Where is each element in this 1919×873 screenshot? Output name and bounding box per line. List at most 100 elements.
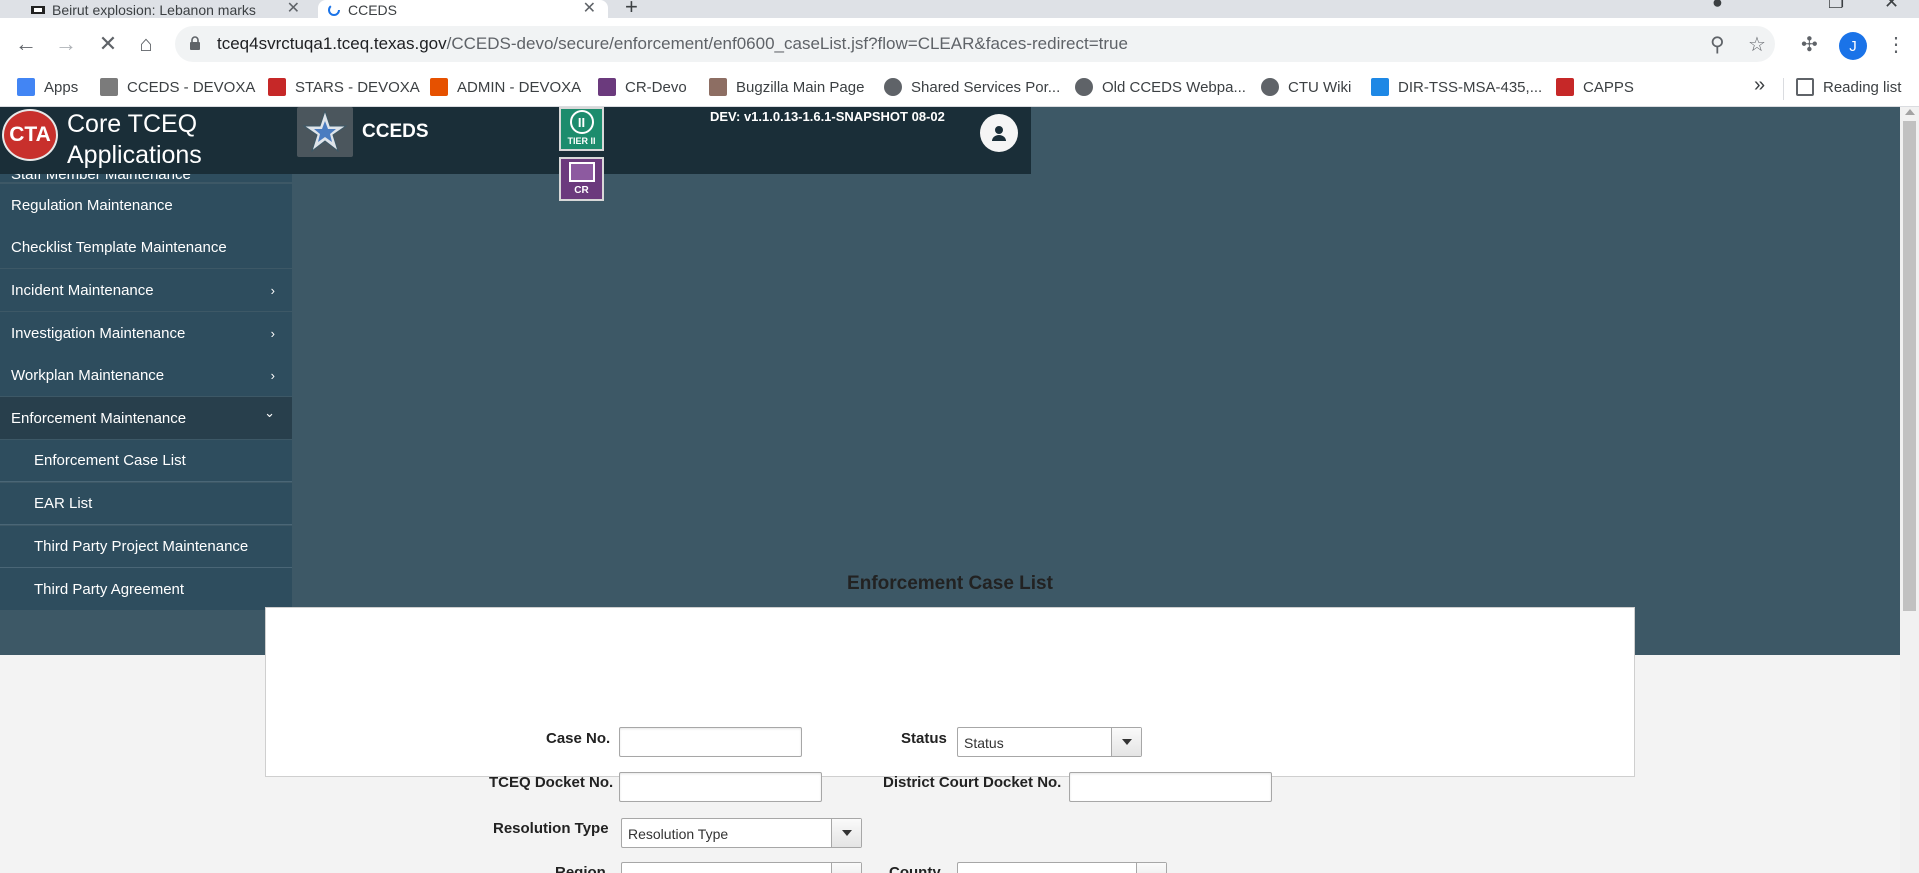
resolution-type-label: Resolution Type <box>493 820 609 837</box>
url-text: tceq4svrctuqa1.tceq.texas.gov/CCEDS-devo… <box>217 34 1128 53</box>
browser-tab-news[interactable]: Beirut explosion: Lebanon marks ✕ <box>22 0 312 18</box>
profile-avatar[interactable]: J <box>1839 32 1867 60</box>
lock-icon <box>190 36 200 50</box>
sidebar-subitem-ear-list[interactable]: EAR List <box>0 483 292 525</box>
scroll-thumb[interactable] <box>1903 121 1916 611</box>
case-no-label: Case No. <box>546 730 611 747</box>
back-arrow-icon[interactable]: ← <box>10 28 42 60</box>
logo-text: Core TCEQ Applications <box>67 110 202 169</box>
document-icon <box>568 162 595 182</box>
page-scrollbar[interactable] <box>1900 107 1919 873</box>
cceds-icon <box>100 78 118 96</box>
sidebar-item-incident[interactable]: Incident Maintenance › <box>0 269 292 311</box>
sidebar-item-staff-member[interactable]: Staff Member Maintenance <box>0 174 292 182</box>
bookmark-shared-services[interactable]: Shared Services Por... <box>884 78 1060 96</box>
admin-icon <box>430 78 448 96</box>
new-tab-icon[interactable]: + <box>625 0 638 20</box>
globe-icon <box>1261 78 1279 96</box>
more-bookmarks-icon[interactable]: » <box>1754 74 1765 97</box>
bugzilla-icon <box>709 78 727 96</box>
reading-list-icon <box>1796 78 1814 96</box>
bookmark-cceds-devoxa[interactable]: CCEDS - DEVOXA <box>100 78 255 96</box>
globe-icon <box>884 78 902 96</box>
bookmarks-divider <box>1783 78 1784 100</box>
bookmark-ctu-wiki[interactable]: CTU Wiki <box>1261 78 1351 96</box>
tceq-docket-label: TCEQ Docket No. <box>489 774 614 791</box>
stop-loading-icon[interactable]: ✕ <box>92 28 124 60</box>
news-favicon-icon <box>31 6 45 14</box>
tab-search-icon[interactable]: ● <box>1712 0 1723 13</box>
tier-ii-icon: II <box>569 110 594 134</box>
chevron-down-icon[interactable] <box>1136 863 1166 873</box>
chevron-right-icon: › <box>270 283 275 298</box>
extensions-puzzle-icon[interactable]: ✣ <box>1801 32 1818 57</box>
close-window-icon[interactable]: ✕ <box>1884 0 1899 13</box>
old-cceds-icon <box>1075 78 1093 96</box>
sidebar-item-regulation[interactable]: Regulation Maintenance <box>0 184 292 226</box>
browser-toolbar: ← → ✕ ⌂ tceq4svrctuqa1.tceq.texas.gov/CC… <box>0 18 1919 70</box>
bookmarks-bar: Apps CCEDS - DEVOXA STARS - DEVOXA ADMIN… <box>0 70 1919 107</box>
page-title: Enforcement Case List <box>847 573 1053 594</box>
cr-icon <box>598 78 616 96</box>
maximize-window-icon[interactable]: ❐ <box>1828 0 1844 13</box>
chevron-down-icon[interactable] <box>831 819 861 847</box>
region-select[interactable] <box>621 862 862 873</box>
bookmark-dir-tss[interactable]: DIR-TSS-MSA-435,... <box>1371 78 1542 96</box>
search-form-panel <box>265 607 1635 777</box>
region-label: Region <box>555 864 606 873</box>
home-icon[interactable]: ⌂ <box>130 28 162 60</box>
district-docket-label: District Court Docket No. <box>883 774 1062 791</box>
bookmark-star-icon[interactable]: ☆ <box>1748 32 1766 57</box>
dir-icon <box>1371 78 1389 96</box>
version-label: DEV: v1.1.0.13-1.6.1-SNAPSHOT 08-02 <box>710 109 945 124</box>
sidebar-menu: Staff Member Maintenance Regulation Main… <box>0 174 292 614</box>
reading-list-button[interactable]: Reading list <box>1796 78 1901 96</box>
resolution-type-select[interactable]: Resolution Type <box>621 818 862 848</box>
scroll-up-arrow-icon[interactable] <box>1905 109 1915 115</box>
user-icon <box>992 126 1006 141</box>
cceds-star-icon[interactable] <box>297 107 353 157</box>
apps-grid-icon <box>17 78 35 96</box>
bookmark-apps[interactable]: Apps <box>17 78 78 96</box>
bookmark-admin-devoxa[interactable]: ADMIN - DEVOXA <box>430 78 581 96</box>
browser-menu-icon[interactable]: ⋮ <box>1886 32 1906 57</box>
bookmark-capps[interactable]: CAPPS <box>1556 78 1634 96</box>
loading-spinner-icon <box>328 4 340 16</box>
county-label: County <box>889 864 941 873</box>
user-account-button[interactable] <box>980 114 1018 152</box>
case-no-input[interactable] <box>619 727 802 757</box>
browser-tab-strip: Beirut explosion: Lebanon marks ✕ CCEDS … <box>0 0 1919 20</box>
bookmark-cr-devo[interactable]: CR-Devo <box>598 78 687 96</box>
bookmark-bugzilla[interactable]: Bugzilla Main Page <box>709 78 864 96</box>
zoom-icon[interactable]: ⚲ <box>1710 32 1725 57</box>
app-header: CTA Core TCEQ Applications CCEDS II TIER… <box>0 107 1031 201</box>
close-tab-icon[interactable]: ✕ <box>583 0 596 18</box>
bookmark-old-cceds[interactable]: Old CCEDS Webpa... <box>1075 78 1246 96</box>
sidebar-subitem-third-party-project[interactable]: Third Party Project Maintenance <box>0 526 292 568</box>
browser-tab-cceds[interactable]: CCEDS ✕ <box>318 0 608 18</box>
tier-ii-button[interactable]: II TIER II <box>559 107 604 151</box>
app-name: CCEDS <box>362 121 429 142</box>
chevron-down-icon[interactable] <box>831 863 861 873</box>
tceq-docket-input[interactable] <box>619 772 822 802</box>
bookmark-stars-devoxa[interactable]: STARS - DEVOXA <box>268 78 420 96</box>
chevron-right-icon: › <box>270 368 275 383</box>
tab-title: Beirut explosion: Lebanon marks <box>52 2 256 18</box>
stars-icon <box>268 78 286 96</box>
address-bar[interactable]: tceq4svrctuqa1.tceq.texas.gov/CCEDS-devo… <box>175 26 1775 62</box>
cr-button[interactable]: CR <box>559 157 604 201</box>
close-tab-icon[interactable]: ✕ <box>287 0 300 18</box>
county-select[interactable] <box>957 862 1167 873</box>
chevron-down-icon[interactable] <box>1111 728 1141 756</box>
sidebar-item-checklist-template[interactable]: Checklist Template Maintenance <box>0 226 292 268</box>
cta-logo: CTA <box>2 109 58 161</box>
status-select[interactable]: Status <box>957 727 1142 757</box>
sidebar-item-workplan[interactable]: Workplan Maintenance › <box>0 354 292 396</box>
sidebar-item-investigation[interactable]: Investigation Maintenance › <box>0 312 292 354</box>
sidebar-subitem-enforcement-case-list[interactable]: Enforcement Case List <box>0 440 292 482</box>
capps-icon <box>1556 78 1574 96</box>
chevron-down-icon: ⌄ <box>264 405 275 420</box>
forward-arrow-icon[interactable]: → <box>50 28 82 60</box>
district-docket-input[interactable] <box>1069 772 1272 802</box>
sidebar-item-enforcement[interactable]: Enforcement Maintenance ⌄ <box>0 397 292 439</box>
